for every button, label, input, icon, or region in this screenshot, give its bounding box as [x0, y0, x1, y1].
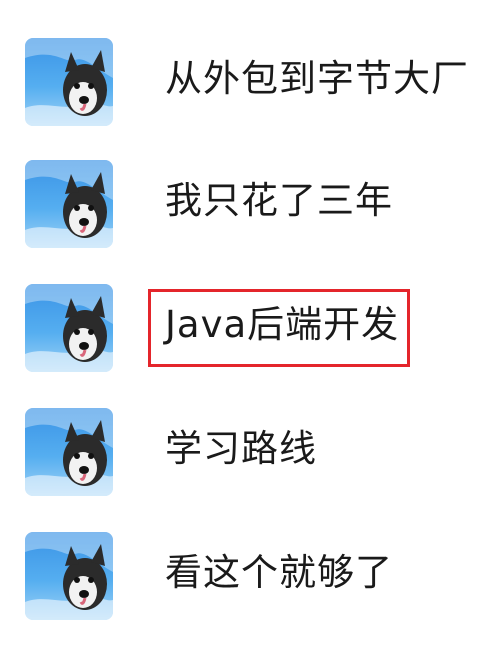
contact-name: 我只花了三年 — [165, 179, 393, 222]
list-item[interactable]: Java后端开发 — [0, 274, 500, 374]
contact-name: Java后端开发 — [165, 303, 400, 346]
contact-name: 学习路线 — [165, 427, 317, 470]
contact-name: 从外包到字节大厂 — [165, 57, 469, 100]
husky-dog-avatar-icon[interactable] — [25, 408, 113, 496]
husky-dog-avatar-icon[interactable] — [25, 284, 113, 372]
husky-dog-avatar-icon[interactable] — [25, 532, 113, 620]
contact-name: 看这个就够了 — [165, 551, 393, 594]
husky-dog-avatar-icon[interactable] — [25, 160, 113, 248]
list-item[interactable]: 学习路线 — [0, 398, 500, 498]
husky-dog-avatar-icon[interactable] — [25, 38, 113, 126]
contact-list: 从外包到字节大厂 我只花了三年 Java后端开发 学习路线 看这个就够了 — [0, 0, 500, 654]
list-item[interactable]: 我只花了三年 — [0, 150, 500, 250]
list-item[interactable]: 从外包到字节大厂 — [0, 28, 500, 128]
list-item[interactable]: 看这个就够了 — [0, 522, 500, 622]
